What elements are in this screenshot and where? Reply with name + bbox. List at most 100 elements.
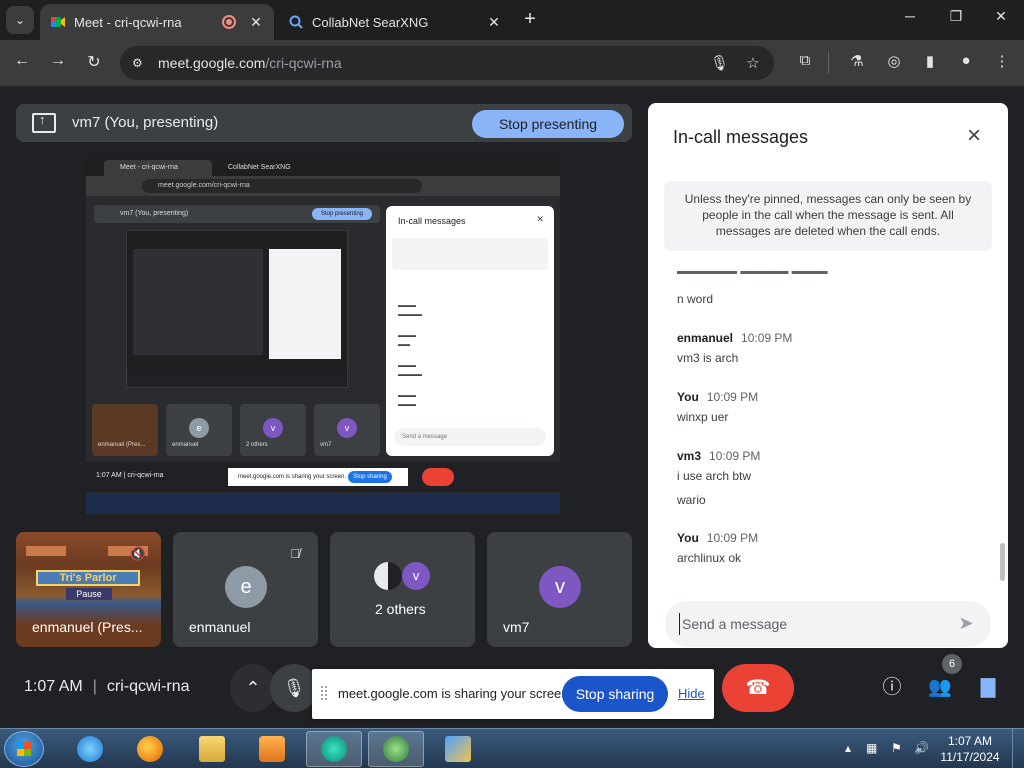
internet-explorer-icon[interactable]	[62, 731, 118, 767]
avatar: v	[539, 566, 581, 608]
chat-title: In-call messages	[673, 127, 809, 147]
new-tab-button[interactable]: +	[518, 8, 542, 31]
recording-icon	[222, 15, 236, 29]
show-desktop-button[interactable]	[1012, 729, 1024, 768]
presenting-label: vm7 (You, presenting)	[72, 114, 219, 131]
meeting-info-icon[interactable]: ⓘ	[880, 676, 904, 700]
preview-chat-input: Send a message	[394, 428, 546, 446]
message-text: i use arch btw	[677, 469, 752, 483]
preview-presenting-label: vm7 (You, presenting)	[120, 210, 189, 217]
microphone-icon[interactable]: 🎙	[710, 54, 729, 72]
message-text: archlinux ok	[677, 551, 742, 565]
meeting-code: cri-qcwi-rna	[106, 678, 190, 695]
reload-icon[interactable]: ↻	[83, 52, 105, 74]
preview-stop-sharing: Stop sharing	[348, 471, 392, 483]
message-time: 10:09 PM	[706, 390, 759, 404]
drag-handle-icon[interactable]	[321, 686, 327, 700]
start-button[interactable]	[4, 731, 44, 767]
chat-scrollbar[interactable]	[1000, 543, 1005, 581]
action-center-flag-icon[interactable]: ⚑	[891, 741, 902, 755]
url-text[interactable]: meet.google.com/cri-qcwi-rna	[158, 55, 342, 71]
site-info-icon[interactable]: ⚙	[132, 56, 148, 70]
download-manager-icon[interactable]	[368, 731, 424, 767]
tab-title: Meet - cri-qcwi-rna	[74, 14, 182, 30]
preview-tile-name: enmanuel	[172, 442, 199, 448]
game-decoration	[26, 546, 66, 556]
close-tab-icon[interactable]: ✕	[486, 14, 502, 31]
meet-stage: vm7 (You, presenting) Stop presenting Me…	[0, 86, 1024, 728]
message-text: winxp uer	[677, 410, 729, 424]
search-icon	[289, 15, 303, 29]
extensions-icon[interactable]: ⧉	[794, 52, 816, 74]
participant-tile-enmanuel-presenting[interactable]: Tri's Parlor Pause 🔇 enmanuel (Pres...	[16, 532, 161, 647]
media-player-icon[interactable]	[244, 731, 300, 767]
message-sender: vm3 10:09 PM	[677, 449, 761, 463]
tab-searxng[interactable]: CollabNet SearXNG ✕	[278, 4, 512, 40]
file-explorer-icon[interactable]	[184, 731, 240, 767]
close-icon[interactable]: ×	[962, 124, 986, 149]
close-window-icon[interactable]: ✕	[989, 8, 1013, 25]
shared-screen-preview: Meet - cri-qcwi-rna CollabNet SearXNG me…	[86, 158, 560, 514]
preview-tile: v 2 others	[240, 404, 306, 456]
preview-chat-notice	[392, 238, 548, 270]
firefox-icon[interactable]	[122, 731, 178, 767]
screen-sharing-notification: meet.google.com is sharing your screen. …	[312, 669, 714, 719]
stop-sharing-button[interactable]: Stop sharing	[562, 676, 668, 712]
system-clock[interactable]: 1:07 AM 11/17/2024	[938, 733, 1002, 765]
message-text: wario	[677, 493, 706, 507]
address-bar[interactable]: ⚙ meet.google.com/cri-qcwi-rna 🎙 ☆	[120, 46, 774, 80]
leave-call-button[interactable]: ☎	[722, 664, 794, 712]
preview-clock: 1:07 AM | cri-qcwi-rna	[96, 472, 164, 479]
minimize-icon[interactable]: ─	[898, 8, 922, 24]
preview-share-text: meet.google.com is sharing your screen.	[238, 474, 347, 480]
extension-icon[interactable]: ◎	[883, 52, 905, 74]
profile-avatar-icon[interactable]: ●	[955, 52, 977, 74]
tray-chevron-icon[interactable]: ▴	[845, 741, 851, 755]
more-menu-icon[interactable]: ⋮	[991, 52, 1013, 74]
preview-nested-content	[133, 249, 263, 355]
browser-tab-strip: ⌄ Meet - cri-qcwi-rna ✕ CollabNet SearXN…	[0, 0, 1024, 40]
browser-toolbar: ← → ↻ ⚙ meet.google.com/cri-qcwi-rna 🎙 ☆…	[0, 40, 1024, 86]
preview-chat-message: ▬▬▬ ▬▬▬▬	[398, 303, 422, 318]
labs-flask-icon[interactable]: ⚗	[846, 52, 868, 74]
preview-tile-name: enmanuel (Pres...	[98, 442, 146, 448]
preview-tile: e enmanuel	[166, 404, 232, 456]
preview-tile-name: vm7	[320, 442, 332, 448]
volume-icon[interactable]: 🔊	[914, 741, 929, 755]
close-tab-icon[interactable]: ✕	[248, 14, 264, 31]
restore-icon[interactable]: ❐	[944, 8, 968, 25]
side-panel-icon[interactable]: ▮	[919, 52, 941, 74]
participant-tile-vm7[interactable]: v vm7	[487, 532, 632, 647]
chat-message-list[interactable]: ▬▬▬▬▬ ▬▬▬▬ ▬▬▬ n word enmanuel10:09 PM v…	[648, 271, 1008, 573]
preview-toolbar: meet.google.com/cri-qcwi-rna	[86, 176, 560, 196]
tab-title: CollabNet SearXNG	[312, 14, 429, 30]
bookmark-star-icon[interactable]: ☆	[744, 54, 762, 72]
preview-chat-message: ▬▬▬ ▬▬	[398, 333, 416, 348]
participant-tile-enmanuel[interactable]: 🎙̸ e enmanuel	[173, 532, 318, 647]
preview-presenting-bar: vm7 (You, presenting) Stop presenting	[94, 205, 380, 223]
people-icon[interactable]: 👥	[928, 676, 952, 700]
preview-control-bar: 1:07 AM | cri-qcwi-rna meet.google.com i…	[86, 462, 560, 492]
microphone-button[interactable]: 🎙	[270, 664, 318, 712]
tab-meet[interactable]: Meet - cri-qcwi-rna ✕	[40, 4, 274, 40]
network-icon[interactable]: ▦	[866, 741, 877, 755]
send-message-input[interactable]	[679, 613, 939, 635]
preview-tab-meet: Meet - cri-qcwi-rna	[104, 160, 212, 176]
send-icon[interactable]: ➤	[955, 613, 977, 635]
preview-chat-panel: In-call messages ✕ ▬▬▬ ▬▬▬▬ ▬▬▬ ▬▬ ▬▬▬ ▬▬▬▬…	[386, 206, 554, 456]
forward-arrow-icon[interactable]: →	[47, 52, 69, 74]
message-time: 10:09 PM	[706, 531, 759, 545]
cleaner-broom-icon[interactable]	[430, 731, 486, 767]
google-meet-icon	[51, 17, 65, 27]
chat-notice: Unless they're pinned, messages can only…	[664, 181, 992, 251]
participant-name: enmanuel (Pres...	[32, 619, 143, 635]
chrome-app-icon[interactable]	[306, 731, 362, 767]
tab-search-button[interactable]: ⌄	[6, 6, 34, 34]
chat-input-container: ➤	[665, 601, 991, 647]
preview-tile-name: 2 others	[246, 442, 268, 448]
hide-link[interactable]: Hide	[678, 686, 705, 701]
stop-presenting-button[interactable]: Stop presenting	[472, 110, 624, 138]
chat-icon[interactable]: ▇	[976, 676, 1000, 700]
participant-tile-others[interactable]: v 2 others	[330, 532, 475, 647]
back-arrow-icon[interactable]: ←	[11, 52, 33, 74]
